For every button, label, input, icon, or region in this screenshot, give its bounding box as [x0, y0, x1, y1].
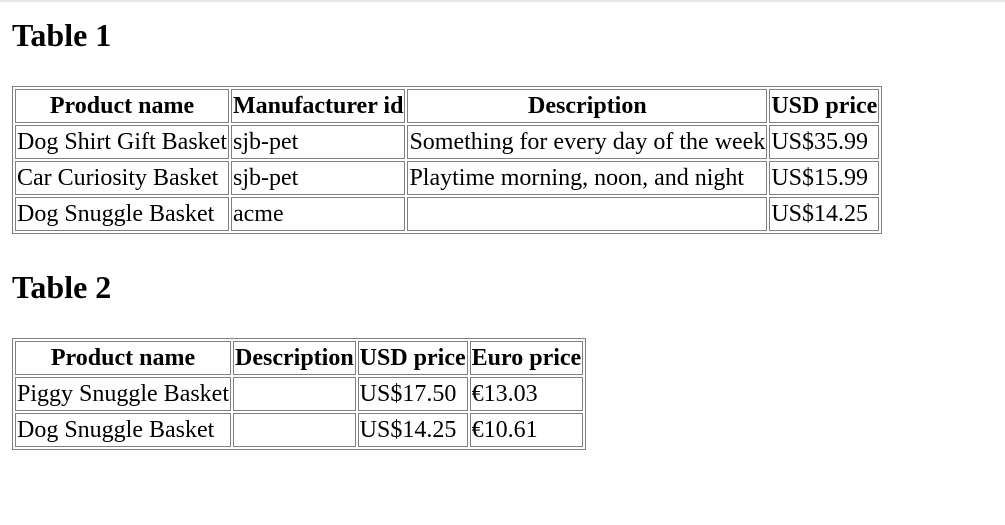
column-header: Product name: [15, 341, 232, 375]
table-2: Product name Description USD price Euro …: [12, 338, 587, 450]
table-cell: US$35.99: [769, 125, 880, 159]
top-divider: [0, 0, 1005, 2]
table-cell: US$15.99: [769, 161, 880, 195]
table-cell: [407, 197, 768, 231]
table-row: Dog Snuggle Basket US$14.25 €10.61: [15, 413, 584, 447]
table-cell: Playtime morning, noon, and night: [407, 161, 768, 195]
table-cell: sjb-pet: [231, 161, 406, 195]
table-cell: Dog Shirt Gift Basket: [15, 125, 229, 159]
column-header: Description: [233, 341, 356, 375]
column-header: USD price: [769, 89, 880, 123]
table-1-title: Table 1: [12, 17, 112, 53]
table-cell: €13.03: [469, 377, 584, 411]
table-2-title: Table 2: [12, 269, 112, 305]
table-header-row: Product name Description USD price Euro …: [15, 341, 584, 375]
table-cell: Car Curiosity Basket: [15, 161, 229, 195]
table-cell: Piggy Snuggle Basket: [15, 377, 232, 411]
table-1: Product name Manufacturer id Description…: [12, 86, 883, 234]
table-row: Dog Snuggle Basket acme US$14.25: [15, 197, 880, 231]
table-cell: US$14.25: [769, 197, 880, 231]
column-header: Euro price: [469, 341, 584, 375]
column-header: Description: [407, 89, 768, 123]
column-header: USD price: [357, 341, 468, 375]
table-cell: [233, 413, 356, 447]
table-cell: acme: [231, 197, 406, 231]
table-cell: [233, 377, 356, 411]
table-cell: sjb-pet: [231, 125, 406, 159]
table-row: Car Curiosity Basket sjb-pet Playtime mo…: [15, 161, 880, 195]
table-header-row: Product name Manufacturer id Description…: [15, 89, 880, 123]
table-row: Piggy Snuggle Basket US$17.50 €13.03: [15, 377, 584, 411]
column-header: Manufacturer id: [231, 89, 406, 123]
table-cell: €10.61: [469, 413, 584, 447]
table-cell: Dog Snuggle Basket: [15, 197, 229, 231]
column-header: Product name: [15, 89, 229, 123]
table-cell: US$14.25: [357, 413, 468, 447]
table-cell: US$17.50: [357, 377, 468, 411]
table-row: Dog Shirt Gift Basket sjb-pet Something …: [15, 125, 880, 159]
table-cell: Dog Snuggle Basket: [15, 413, 232, 447]
table-cell: Something for every day of the week: [407, 125, 768, 159]
